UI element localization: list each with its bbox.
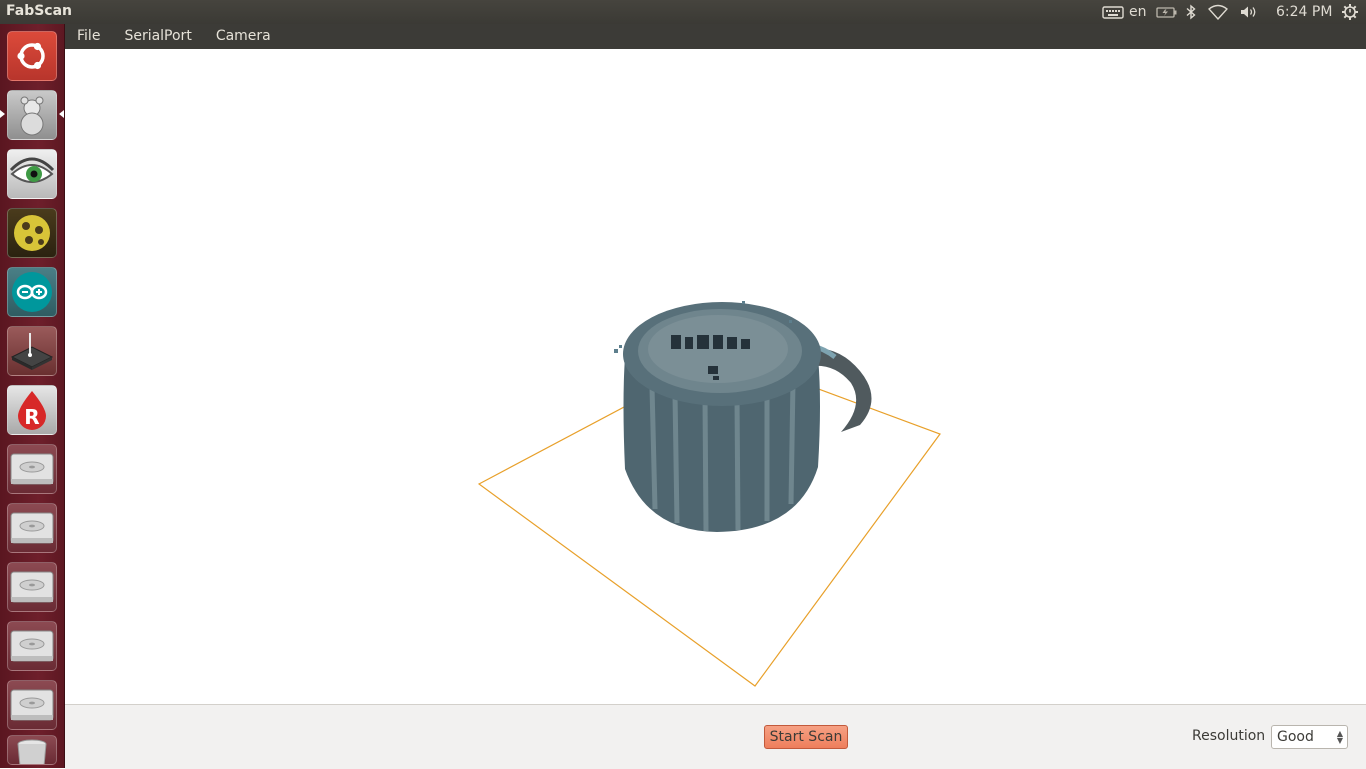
svg-text:R: R bbox=[24, 405, 39, 429]
network-indicator[interactable] bbox=[1208, 0, 1228, 24]
laser-device-icon bbox=[8, 327, 56, 375]
launcher-item-drive-4[interactable] bbox=[7, 621, 57, 671]
resolution-label: Resolution bbox=[1192, 728, 1266, 744]
drive-icon bbox=[8, 622, 56, 670]
keyboard-icon bbox=[1102, 5, 1124, 19]
bottom-toolbar: Start Scan Resolution Good ▲ ▼ bbox=[65, 704, 1366, 769]
gear-power-icon bbox=[1341, 3, 1359, 21]
volume-icon bbox=[1239, 4, 1259, 20]
launcher-item-eye[interactable] bbox=[7, 149, 57, 199]
launcher-item-drive-5[interactable] bbox=[7, 680, 57, 730]
menu-serialport[interactable]: SerialPort bbox=[112, 24, 203, 49]
menubar: File SerialPort Camera bbox=[65, 24, 1366, 49]
sound-indicator[interactable] bbox=[1239, 0, 1259, 24]
active-indicator-right bbox=[59, 110, 64, 118]
battery-icon bbox=[1156, 5, 1178, 19]
bluetooth-indicator[interactable] bbox=[1185, 0, 1197, 24]
session-menu[interactable] bbox=[1341, 0, 1359, 24]
wifi-icon bbox=[1208, 4, 1228, 20]
clock-time: 6:24 PM bbox=[1276, 4, 1333, 20]
launcher-item-dash[interactable] bbox=[7, 31, 57, 81]
resolution-value: Good bbox=[1277, 729, 1314, 745]
clock[interactable]: 6:24 PM bbox=[1276, 0, 1332, 24]
mug-point-cloud bbox=[614, 301, 872, 532]
fabscan-app-icon bbox=[8, 91, 56, 139]
launcher-item-drive-1[interactable] bbox=[7, 444, 57, 494]
app-title: FabScan bbox=[6, 3, 73, 19]
scan-3d-view bbox=[477, 301, 941, 687]
keyboard-indicator[interactable]: en bbox=[1102, 0, 1147, 24]
start-scan-button[interactable]: Start Scan bbox=[764, 725, 848, 749]
resolution-select[interactable]: Good ▲ ▼ bbox=[1271, 725, 1348, 749]
trash-icon bbox=[8, 736, 56, 764]
launcher-item-drive-2[interactable] bbox=[7, 503, 57, 553]
ubuntu-dash-icon bbox=[8, 32, 56, 80]
launcher-item-fabscan[interactable] bbox=[7, 90, 57, 140]
active-indicator-left bbox=[0, 110, 5, 118]
arduino-icon bbox=[8, 268, 56, 316]
battery-indicator[interactable] bbox=[1156, 0, 1178, 24]
keyboard-layout: en bbox=[1129, 4, 1147, 20]
launcher-item-arduino[interactable] bbox=[7, 267, 57, 317]
geometry-app-icon bbox=[8, 209, 56, 257]
launcher-item-laser[interactable] bbox=[7, 326, 57, 376]
menu-file[interactable]: File bbox=[65, 24, 112, 49]
launcher: R bbox=[0, 24, 65, 768]
eye-app-icon bbox=[8, 150, 56, 198]
scan-viewport[interactable] bbox=[65, 49, 1366, 704]
bluetooth-icon bbox=[1185, 4, 1197, 20]
menu-camera[interactable]: Camera bbox=[204, 24, 283, 49]
spin-arrows-icon: ▲ ▼ bbox=[1336, 729, 1343, 745]
drive-icon bbox=[8, 681, 56, 729]
drive-icon bbox=[8, 563, 56, 611]
r-app-icon: R bbox=[8, 386, 56, 434]
launcher-item-geometry[interactable] bbox=[7, 208, 57, 258]
launcher-item-trash[interactable] bbox=[7, 735, 57, 765]
launcher-item-r[interactable]: R bbox=[7, 385, 57, 435]
drive-icon bbox=[8, 504, 56, 552]
launcher-item-drive-3[interactable] bbox=[7, 562, 57, 612]
drive-icon bbox=[8, 445, 56, 493]
top-panel: FabScan en 6:24 PM bbox=[0, 0, 1366, 24]
